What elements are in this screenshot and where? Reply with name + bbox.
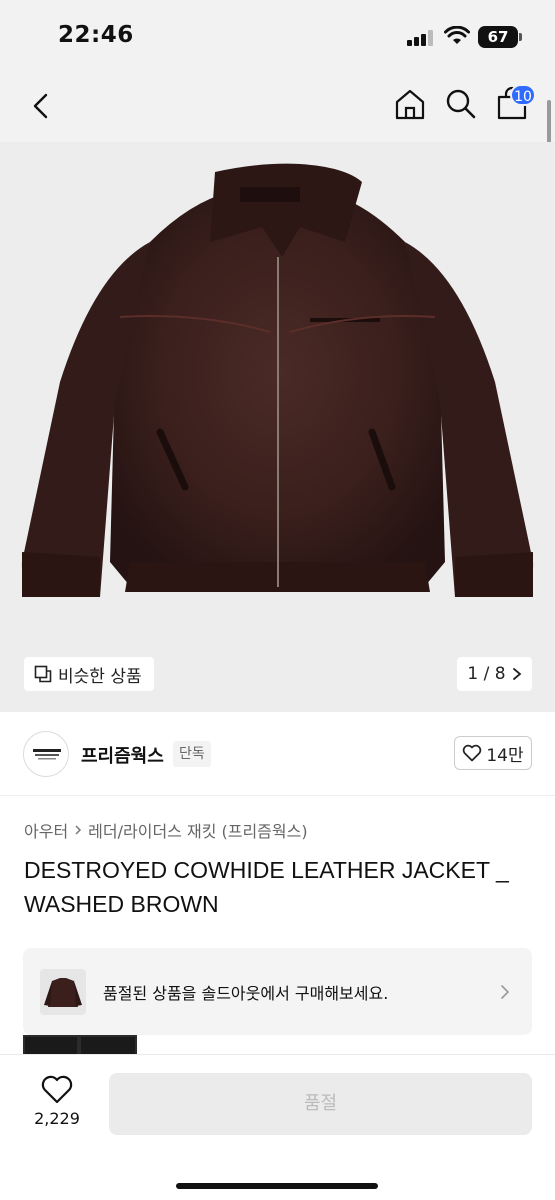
heart-icon[interactable] (40, 1075, 74, 1105)
battery-indicator: 67 (478, 26, 522, 48)
product-image-gallery[interactable]: 비슷한 상품 1 / 8 (0, 142, 555, 712)
home-icon[interactable] (392, 86, 428, 122)
brand-like-count: 14만 (486, 745, 524, 766)
image-page-indicator[interactable]: 1 / 8 (457, 657, 532, 691)
brand-name[interactable]: 프리즘웍스 (81, 742, 164, 768)
chevron-right-icon (501, 984, 510, 999)
top-nav-bar: 10 (0, 70, 555, 142)
brand-row: 프리즘웍스 단독 14만 (0, 712, 555, 796)
status-bar: 22:46 67 (0, 0, 555, 70)
breadcrumb-subcategory[interactable]: 레더/라이더스 재킷 (프리즘웍스) (88, 818, 307, 842)
similar-products-button[interactable]: 비슷한 상품 (24, 657, 154, 691)
image-page-text: 1 / 8 (467, 664, 506, 684)
copy-icon (34, 665, 52, 683)
banner-thumbnail (40, 968, 86, 1015)
soldout-banner[interactable]: 품절된 상품을 솔드아웃에서 구매해보세요. (23, 948, 532, 1035)
chevron-right-icon (512, 668, 521, 680)
product-title: DESTROYED COWHIDE LEATHER JACKET _ WASHE… (24, 857, 509, 917)
search-icon[interactable] (443, 86, 479, 122)
heart-icon (463, 744, 482, 762)
bottom-action-bar: 2,229 품절 (0, 1054, 555, 1200)
cellular-signal-icon (407, 30, 435, 46)
breadcrumb-category[interactable]: 아우터 (24, 818, 68, 842)
brand-like-button[interactable]: 14만 (454, 736, 532, 770)
wish-count: 2,229 (34, 1109, 80, 1128)
exclusive-badge: 단독 (173, 741, 211, 767)
brand-logo-image (33, 749, 61, 760)
chevron-right-icon (75, 825, 82, 835)
soldout-buy-button[interactable]: 품절 (109, 1073, 532, 1135)
back-icon[interactable] (24, 88, 60, 124)
thumbnail-strip[interactable] (23, 1035, 137, 1054)
home-indicator (176, 1183, 378, 1189)
soldout-banner-text: 품절된 상품을 솔드아웃에서 구매해보세요. (103, 983, 389, 1003)
status-time: 22:46 (58, 22, 134, 48)
breadcrumb: 아우터 레더/라이더스 재킷 (프리즘웍스) (24, 818, 308, 842)
leather-jacket-image (21, 163, 534, 597)
brand-logo[interactable] (23, 731, 69, 777)
wifi-icon (444, 26, 470, 44)
similar-products-label: 비슷한 상품 (58, 666, 142, 687)
cart-count-badge: 10 (510, 84, 536, 106)
